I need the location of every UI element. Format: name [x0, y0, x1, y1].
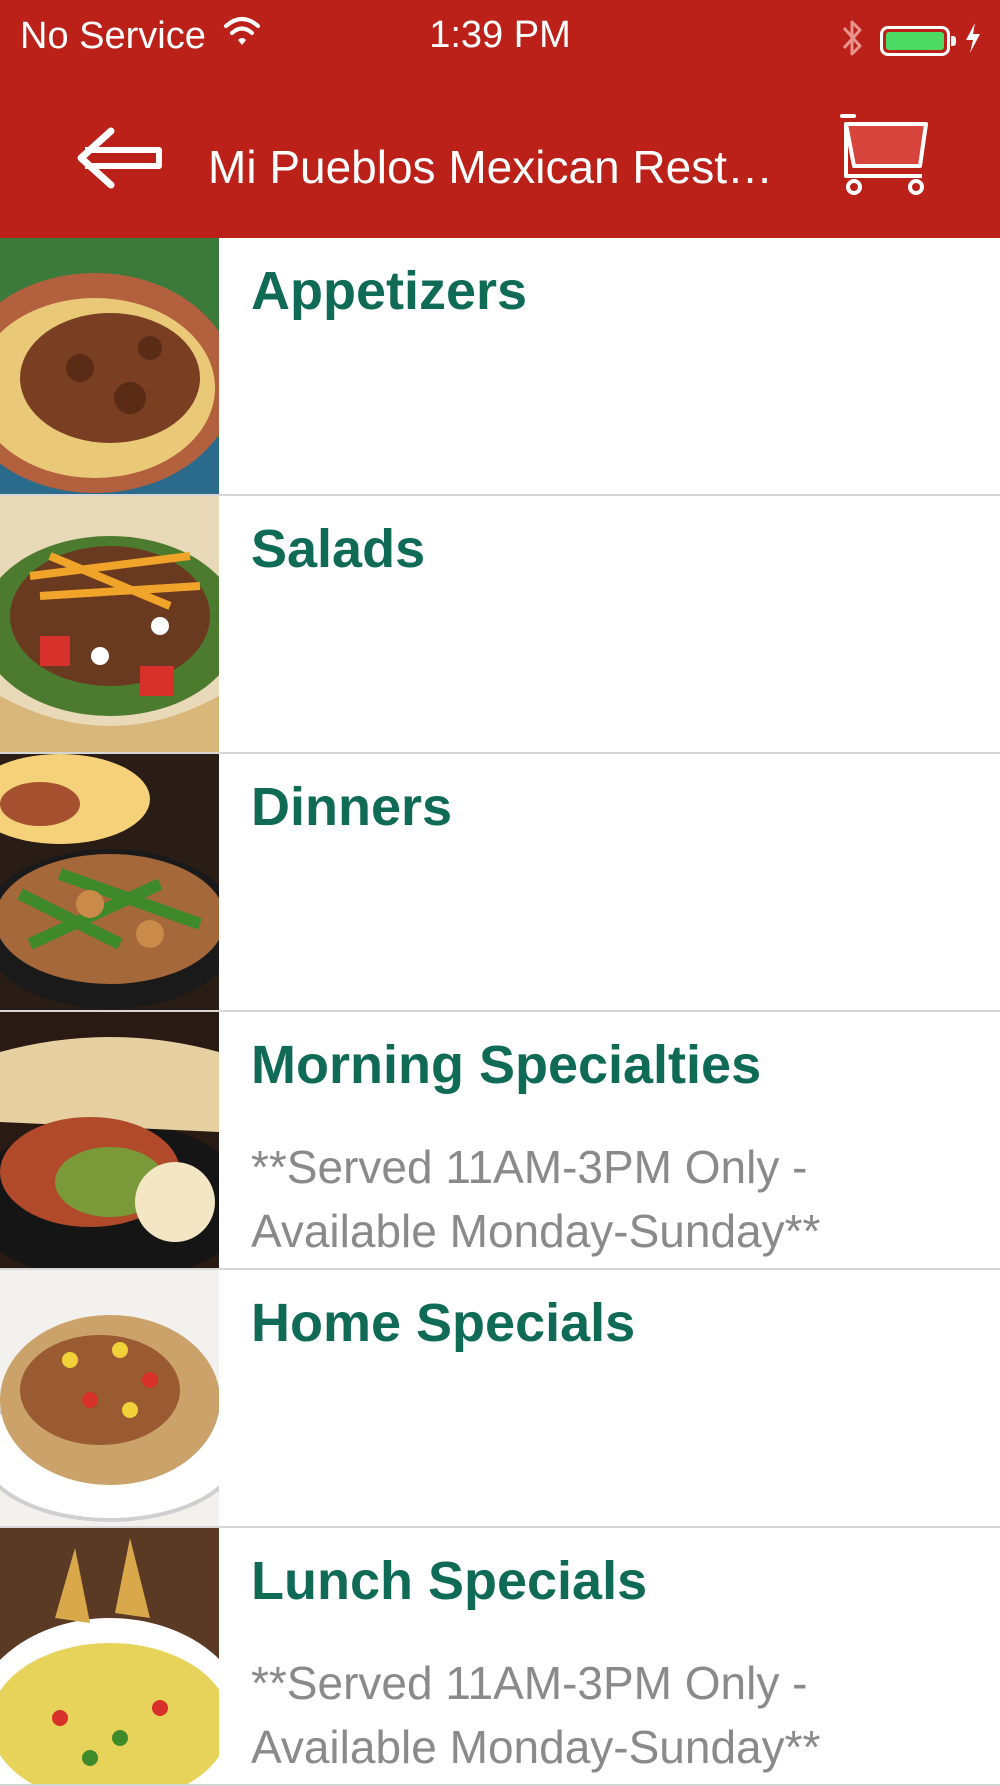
status-right	[840, 16, 982, 65]
back-button[interactable]	[70, 120, 170, 200]
menu-item-salads[interactable]: Salads	[0, 496, 1000, 754]
arrow-left-icon	[75, 123, 165, 198]
cart-button[interactable]	[836, 110, 936, 200]
menu-item-description: **Served 11AM-3PM Only - Available Monda…	[251, 1657, 821, 1773]
shopping-cart-icon	[836, 114, 936, 204]
menu-item-title: Appetizers	[251, 261, 528, 321]
bluetooth-icon	[840, 16, 866, 65]
menu-item-morning-specialties[interactable]: Morning Specialties **Served 11AM-3PM On…	[0, 1012, 1000, 1270]
salads-food-image	[0, 496, 219, 752]
menu-item-title: Home Specials	[251, 1293, 636, 1353]
lunch-specials-food-image	[0, 1528, 219, 1784]
battery-icon	[880, 25, 956, 56]
menu-item-lunch-specials[interactable]: Lunch Specials **Served 11AM-3PM Only - …	[0, 1528, 1000, 1786]
dinners-food-image	[0, 754, 219, 1010]
page-title: Mi Pueblos Mexican Restaurant	[208, 141, 788, 193]
menu-item-title: Dinners	[251, 777, 453, 837]
status-bar: No Service 1:39 PM	[0, 0, 1000, 80]
menu-item-description: **Served 11AM-3PM Only - Available Monda…	[251, 1141, 821, 1257]
menu-item-home-specials[interactable]: Home Specials	[0, 1270, 1000, 1528]
menu-item-appetizers[interactable]: Appetizers	[0, 238, 1000, 496]
menu-item-title: Morning Specialties	[251, 1035, 762, 1095]
morning-specialties-food-image	[0, 1012, 219, 1268]
charging-bolt-icon	[964, 21, 982, 60]
home-specials-food-image	[0, 1270, 219, 1526]
nav-bar: Mi Pueblos Mexican Restaurant	[0, 80, 1000, 238]
appetizers-food-image	[0, 238, 219, 494]
menu-item-title: Lunch Specials	[251, 1551, 648, 1611]
menu-item-title: Salads	[251, 519, 426, 579]
menu-item-dinners[interactable]: Dinners	[0, 754, 1000, 1012]
menu-list: Appetizers Salads Dinners Morning Specia…	[0, 238, 1000, 1786]
